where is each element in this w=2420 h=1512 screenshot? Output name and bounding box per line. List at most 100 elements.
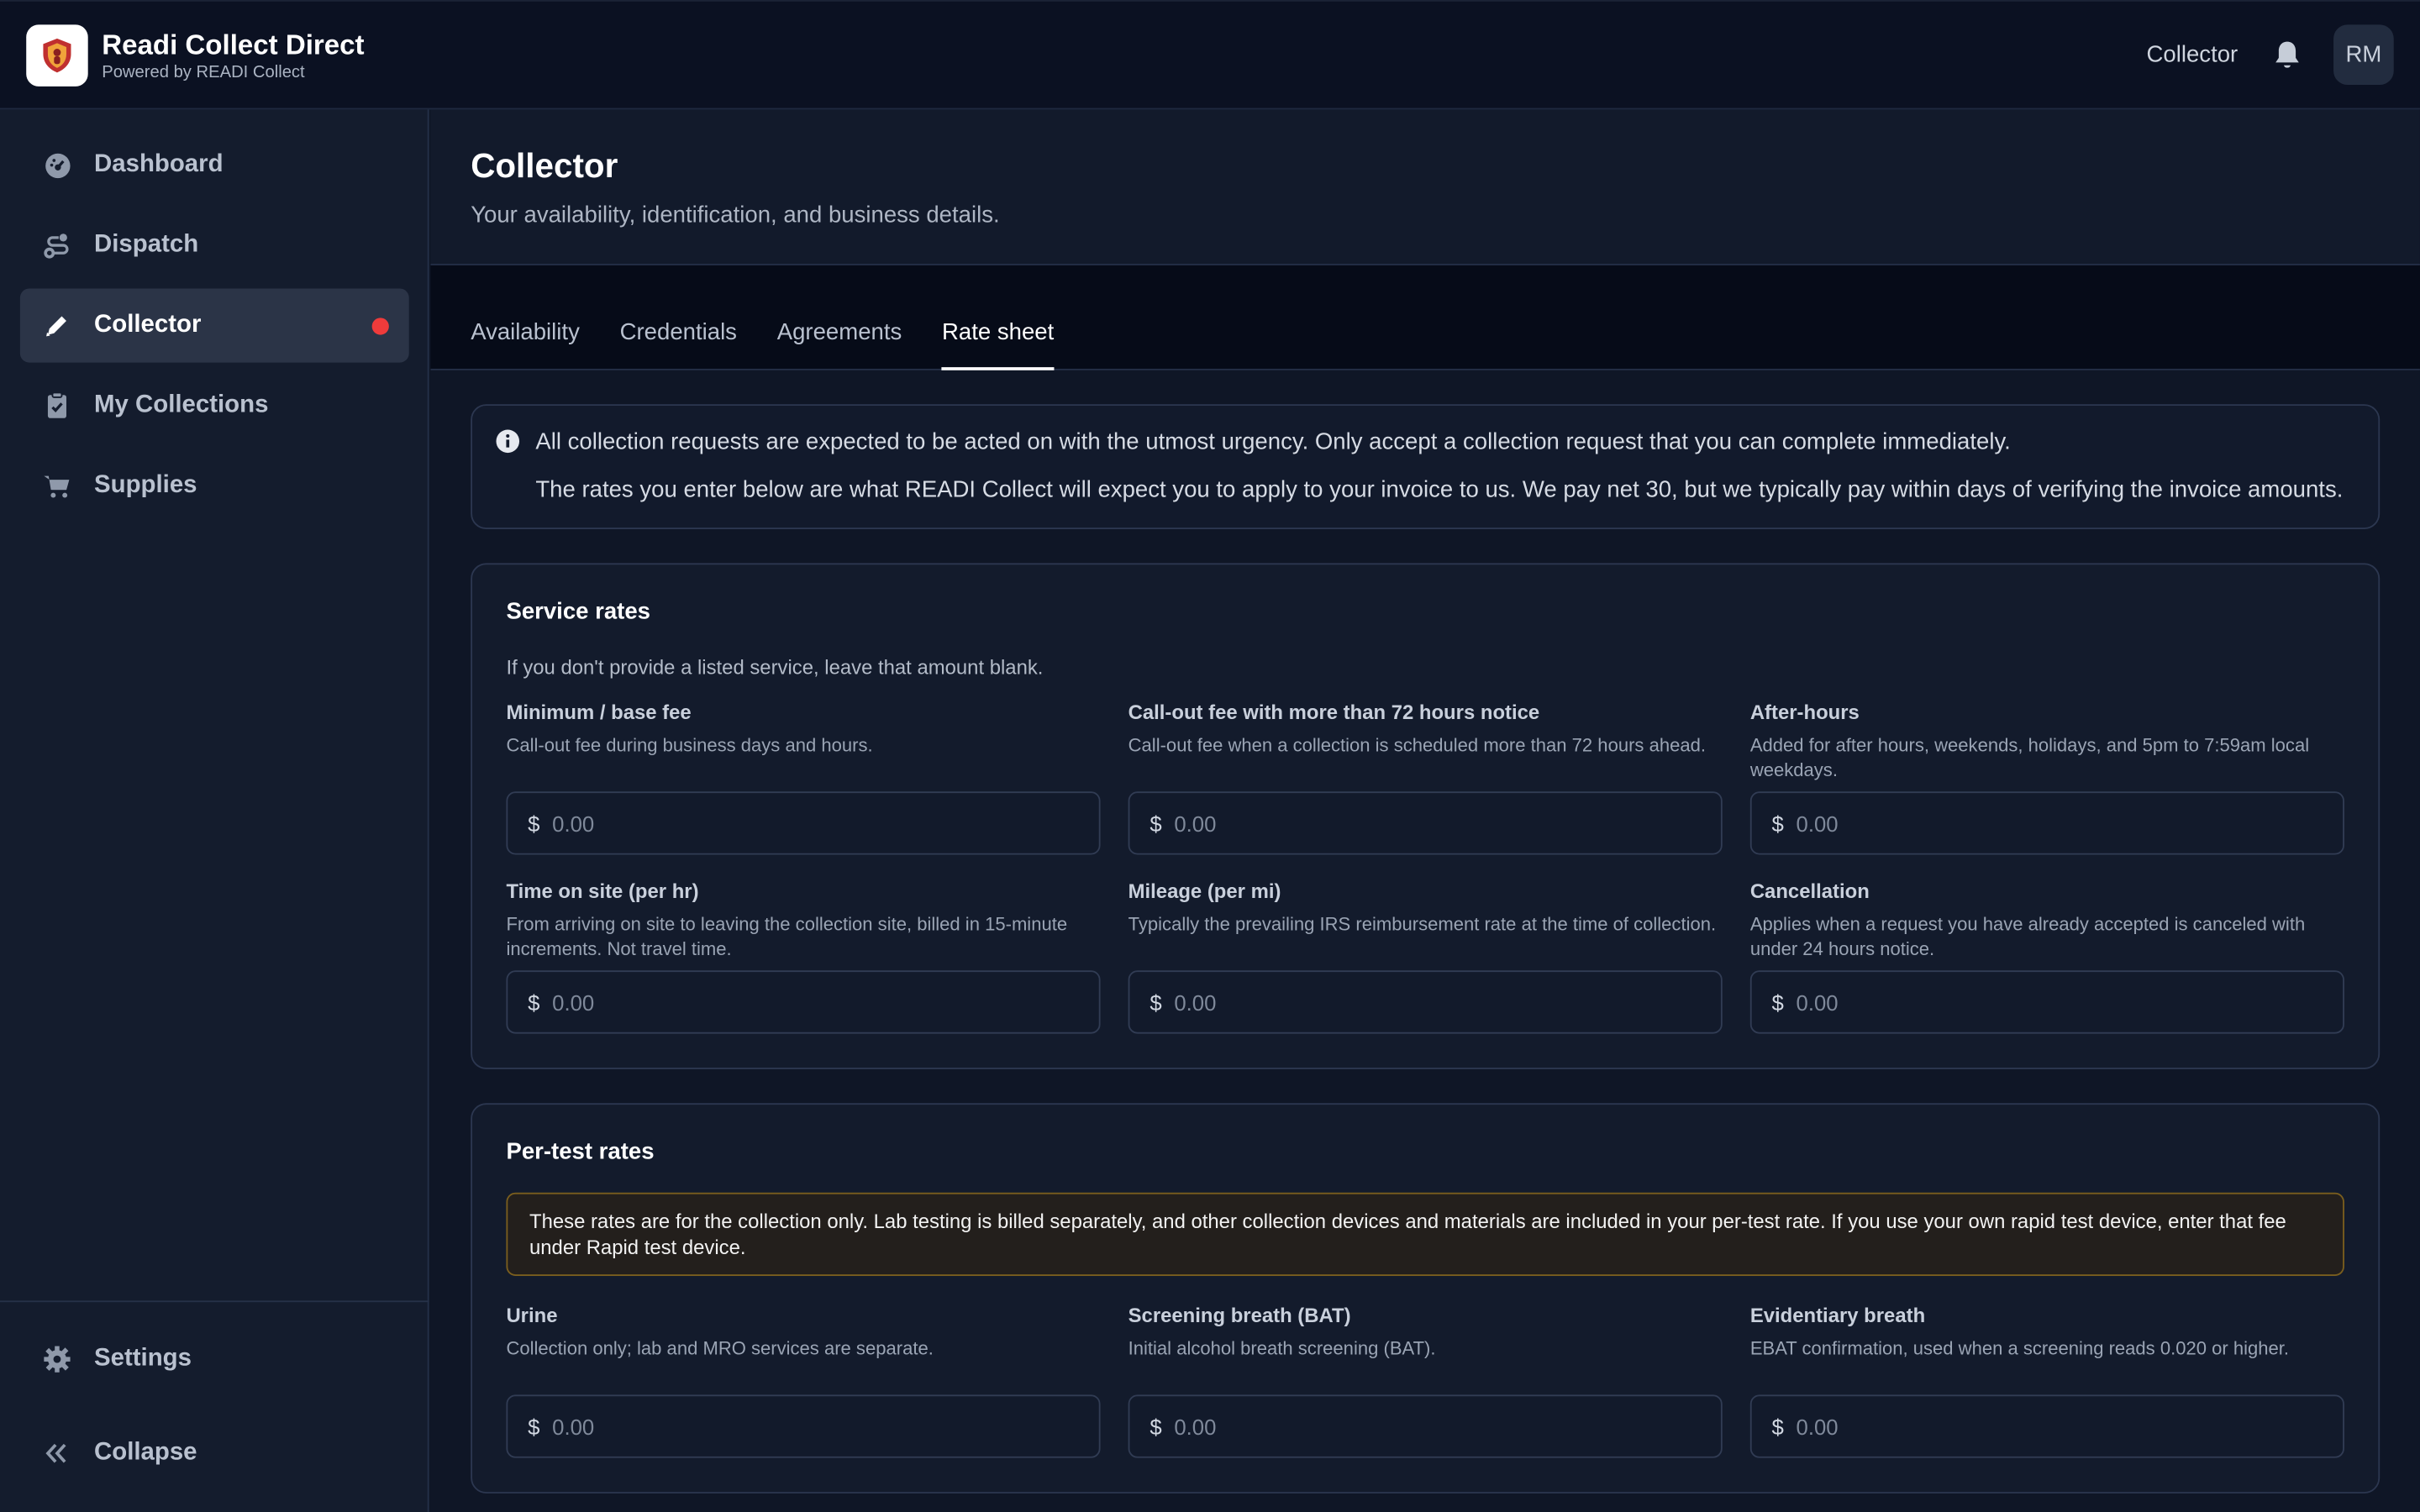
field-help: Added for after hours, weekends, holiday… bbox=[1749, 734, 2310, 781]
app-root: Readi Collect Direct Powered by READI Co… bbox=[0, 0, 2420, 1512]
sidebar: Dashboard Dispatch Collector My Collecti… bbox=[0, 109, 429, 1512]
after-hours-input-wrapper: $ bbox=[1749, 791, 2344, 855]
field-time-on-site: Time on site (per hr) From arriving on s… bbox=[506, 879, 1101, 1034]
app-logo[interactable] bbox=[26, 24, 88, 86]
currency-symbol: $ bbox=[528, 1414, 540, 1439]
pen-icon bbox=[42, 310, 73, 341]
main-content: Collector Your availability, identificat… bbox=[430, 109, 2420, 1512]
per-test-warning: These rates are for the collection only.… bbox=[506, 1192, 2344, 1276]
field-evidentiary-breath: Evidentiary breath EBAT confirmation, us… bbox=[1749, 1304, 2344, 1458]
info-icon bbox=[496, 429, 520, 454]
currency-symbol: $ bbox=[1771, 811, 1784, 836]
shield-logo-icon bbox=[43, 37, 71, 72]
field-label: Urine bbox=[506, 1304, 558, 1327]
top-bar: Readi Collect Direct Powered by READI Co… bbox=[0, 0, 2420, 110]
tab-availability[interactable]: Availability bbox=[471, 319, 580, 369]
dashboard-icon bbox=[42, 150, 73, 181]
per-test-rates-title: Per-test rates bbox=[506, 1138, 655, 1165]
double-chevron-left-icon bbox=[42, 1438, 73, 1469]
field-help: Call-out fee when a collection is schedu… bbox=[1128, 734, 1706, 756]
field-label: Screening breath (BAT) bbox=[1128, 1304, 1351, 1327]
sidebar-item-dashboard[interactable]: Dashboard bbox=[20, 128, 409, 202]
mileage-input-wrapper: $ bbox=[1128, 970, 1723, 1034]
sidebar-divider bbox=[0, 1300, 429, 1303]
field-help: EBAT confirmation, used when a screening… bbox=[1749, 1337, 2290, 1360]
collapse-label: Collapse bbox=[94, 1439, 197, 1466]
field-label: Mileage (per mi) bbox=[1128, 879, 1281, 903]
avatar[interactable]: RM bbox=[2333, 24, 2394, 86]
mileage-input[interactable] bbox=[1174, 990, 1669, 1015]
tab-agreements[interactable]: Agreements bbox=[777, 319, 902, 369]
callout-72h-input[interactable] bbox=[1174, 811, 1669, 836]
screening-breath-input[interactable] bbox=[1174, 1414, 1669, 1439]
brand: Readi Collect Direct Powered by READI Co… bbox=[102, 28, 364, 81]
sidebar-item-settings[interactable]: Settings bbox=[20, 1322, 409, 1396]
tab-bar: Availability Credentials Agreements Rate… bbox=[430, 265, 2420, 370]
field-help: Collection only; lab and MRO services ar… bbox=[506, 1337, 934, 1360]
cancellation-input-wrapper: $ bbox=[1749, 970, 2344, 1034]
minimum-base-fee-input-wrapper: $ bbox=[506, 791, 1101, 855]
urgency-notice: All collection requests are expected to … bbox=[471, 404, 2381, 529]
service-rates-description: If you don't provide a listed service, l… bbox=[506, 655, 1044, 680]
field-minimum-base-fee: Minimum / base fee Call-out fee during b… bbox=[506, 700, 1101, 855]
gear-icon bbox=[42, 1344, 73, 1375]
clipboard-icon bbox=[42, 391, 73, 422]
minimum-base-fee-input[interactable] bbox=[552, 811, 1046, 836]
time-on-site-input-wrapper: $ bbox=[506, 970, 1101, 1034]
rate-sheet-content: All collection requests are expected to … bbox=[430, 370, 2420, 1512]
brand-subtitle: Powered by READI Collect bbox=[102, 63, 305, 82]
role-switcher[interactable]: Collector bbox=[2147, 42, 2238, 68]
per-test-rates-card: Per-test rates These rates are for the c… bbox=[471, 1103, 2381, 1494]
field-help: Applies when a request you have already … bbox=[1749, 913, 2306, 960]
field-mileage: Mileage (per mi) Typically the prevailin… bbox=[1128, 879, 1723, 1034]
collapse-button[interactable]: Collapse bbox=[20, 1416, 409, 1490]
page-subtitle: Your availability, identification, and b… bbox=[471, 202, 1000, 228]
currency-symbol: $ bbox=[1150, 1414, 1162, 1439]
evidentiary-breath-input-wrapper: $ bbox=[1749, 1394, 2344, 1458]
field-urine: Urine Collection only; lab and MRO servi… bbox=[506, 1304, 1101, 1458]
field-label: Time on site (per hr) bbox=[506, 879, 699, 903]
page-header: Collector Your availability, identificat… bbox=[430, 109, 2420, 265]
sidebar-item-supplies[interactable]: Supplies bbox=[20, 449, 409, 522]
field-label: After-hours bbox=[1749, 700, 1860, 724]
sidebar-item-dispatch[interactable]: Dispatch bbox=[20, 208, 409, 282]
bell-icon[interactable] bbox=[2272, 39, 2303, 71]
per-test-rates-grid: Urine Collection only; lab and MRO servi… bbox=[506, 1304, 2344, 1458]
sidebar-item-label: Dispatch bbox=[94, 231, 199, 258]
dispatch-icon bbox=[42, 230, 73, 261]
callout-72h-input-wrapper: $ bbox=[1128, 791, 1723, 855]
field-label: Minimum / base fee bbox=[506, 700, 692, 724]
tab-rate-sheet[interactable]: Rate sheet bbox=[942, 319, 1054, 370]
service-rates-card: Service rates If you don't provide a lis… bbox=[471, 563, 2381, 1069]
field-callout-72h: Call-out fee with more than 72 hours not… bbox=[1128, 701, 1723, 855]
currency-symbol: $ bbox=[1771, 990, 1784, 1015]
notice-line-1: All collection requests are expected to … bbox=[535, 428, 2011, 455]
currency-symbol: $ bbox=[1150, 811, 1162, 836]
evidentiary-breath-input[interactable] bbox=[1796, 1414, 2291, 1439]
field-help: Call-out fee during business days and ho… bbox=[506, 734, 873, 756]
field-after-hours: After-hours Added for after hours, weeke… bbox=[1749, 700, 2344, 855]
tab-credentials[interactable]: Credentials bbox=[620, 319, 737, 369]
sidebar-item-collector[interactable]: Collector bbox=[19, 288, 409, 363]
urine-input-wrapper: $ bbox=[506, 1394, 1101, 1458]
sidebar-item-my-collections[interactable]: My Collections bbox=[20, 369, 409, 443]
field-cancellation: Cancellation Applies when a request you … bbox=[1749, 879, 2344, 1034]
field-label: Call-out fee with more than 72 hours not… bbox=[1128, 700, 1540, 724]
sidebar-item-label: Settings bbox=[94, 1345, 192, 1372]
cart-icon bbox=[42, 470, 73, 501]
topbar-right: Collector RM bbox=[2147, 24, 2394, 86]
after-hours-input[interactable] bbox=[1796, 811, 2291, 836]
urine-input[interactable] bbox=[552, 1414, 1046, 1439]
field-label: Cancellation bbox=[1749, 879, 1870, 903]
currency-symbol: $ bbox=[1771, 1414, 1784, 1439]
field-label: Evidentiary breath bbox=[1749, 1304, 1926, 1327]
currency-symbol: $ bbox=[528, 811, 540, 836]
field-help: Initial alcohol breath screening (BAT). bbox=[1128, 1337, 1436, 1360]
time-on-site-input[interactable] bbox=[552, 990, 1046, 1015]
sidebar-item-label: Supplies bbox=[94, 472, 197, 499]
service-rates-grid: Minimum / base fee Call-out fee during b… bbox=[506, 701, 2344, 1034]
sidebar-item-label: My Collections bbox=[94, 391, 269, 418]
cancellation-input[interactable] bbox=[1796, 990, 2291, 1015]
sidebar-item-label: Dashboard bbox=[94, 150, 224, 178]
currency-symbol: $ bbox=[1150, 990, 1162, 1015]
